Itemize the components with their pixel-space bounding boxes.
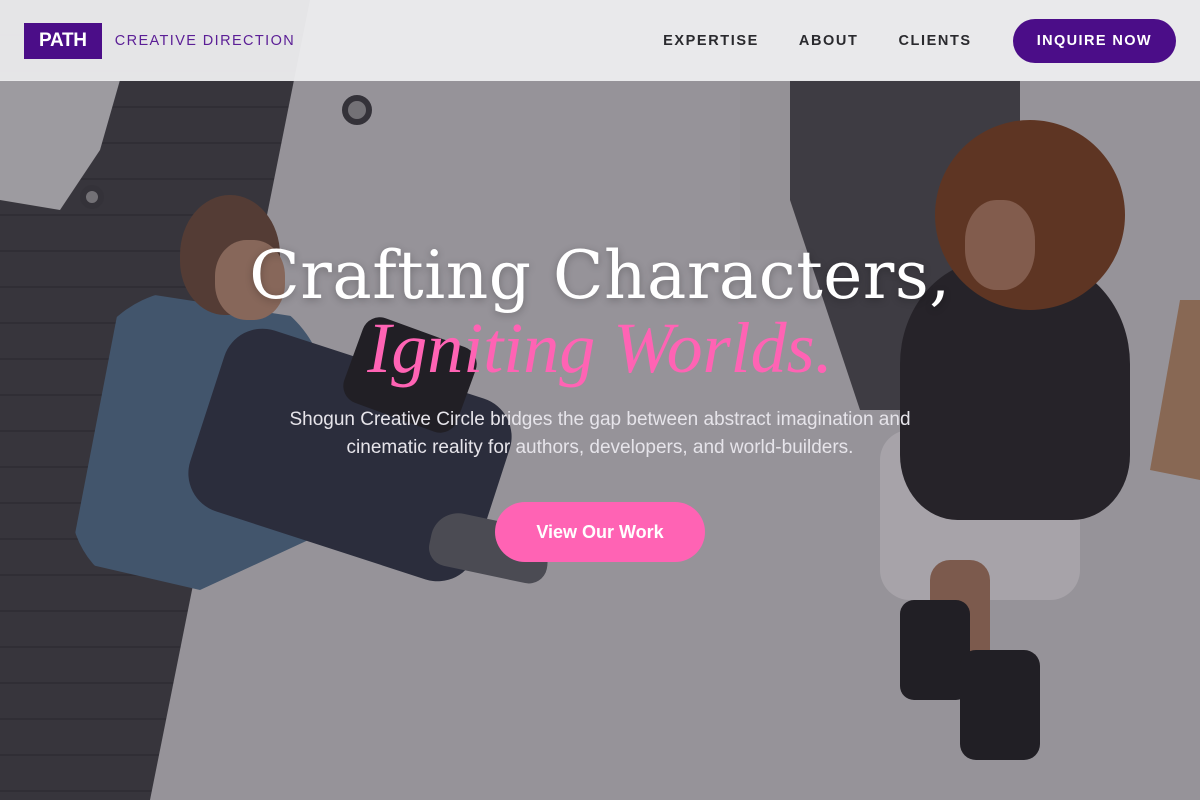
hero-subtitle: Shogun Creative Circle bridges the gap b… bbox=[289, 409, 911, 458]
view-our-work-button[interactable]: View Our Work bbox=[495, 502, 705, 562]
hero-section: Crafting Characters, Igniting Worlds. Sh… bbox=[0, 0, 1200, 800]
hero-title: Crafting Characters, bbox=[249, 237, 951, 314]
hero-title-accent: Igniting Worlds. bbox=[367, 308, 833, 388]
